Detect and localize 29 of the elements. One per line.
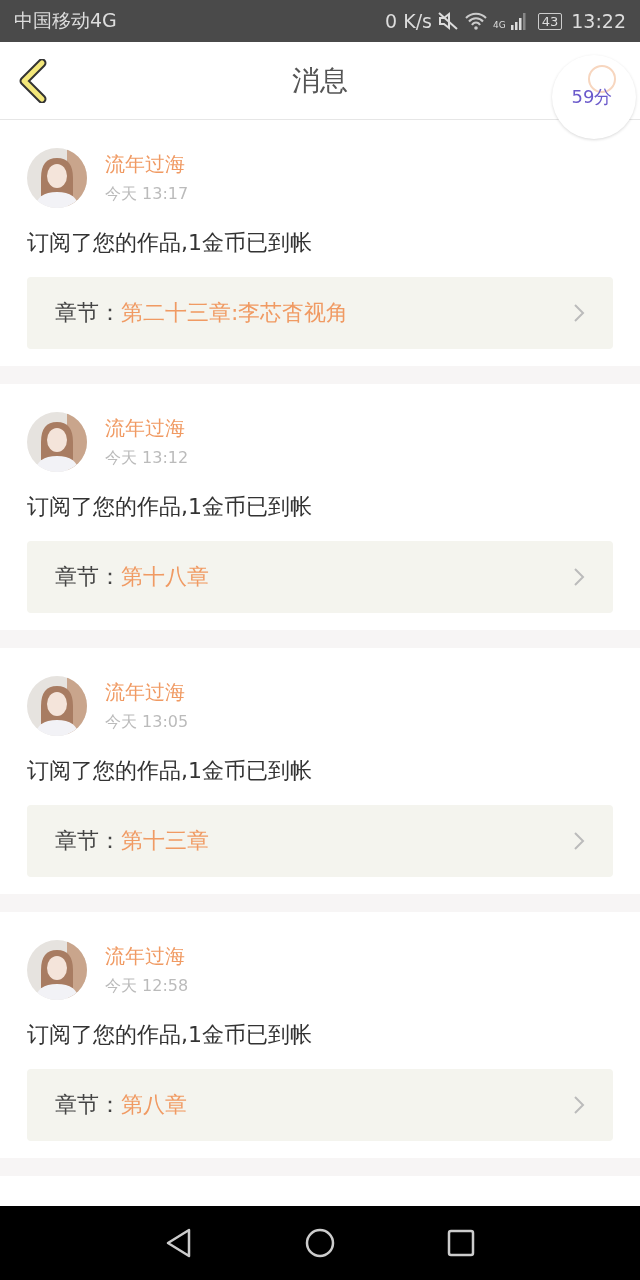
message-text: 订阅了您的作品,1金币已到帐 bbox=[27, 229, 313, 257]
recent-apps-icon[interactable] bbox=[447, 1229, 475, 1257]
wifi-icon bbox=[464, 12, 488, 30]
chevron-icon bbox=[573, 831, 585, 851]
message-time: 今天 13:17 bbox=[105, 184, 189, 205]
signal-icon bbox=[510, 12, 527, 30]
page-title: 消息 bbox=[292, 62, 348, 99]
message-time: 今天 12:58 bbox=[105, 976, 189, 997]
message-text: 订阅了您的作品,1金币已到帐 bbox=[27, 1021, 313, 1049]
clock: 13:22 bbox=[571, 10, 626, 32]
message-time: 今天 13:12 bbox=[105, 448, 189, 469]
carrier-name: 中国移动4G bbox=[14, 8, 117, 33]
battery-level: 43 bbox=[537, 12, 563, 30]
network-type: 4G bbox=[493, 20, 506, 30]
message-text: 订阅了您的作品,1金币已到帐 bbox=[27, 757, 313, 785]
chevron-icon bbox=[573, 303, 585, 323]
chapter-link[interactable]: 章节：第十八章 bbox=[27, 541, 613, 613]
message-text: 订阅了您的作品,1金币已到帐 bbox=[27, 493, 313, 521]
message-time: 今天 13:05 bbox=[105, 712, 189, 733]
chevron-icon bbox=[573, 1095, 585, 1115]
home-icon[interactable] bbox=[305, 1228, 335, 1258]
chevron-icon bbox=[573, 567, 585, 587]
back-icon[interactable] bbox=[165, 1228, 193, 1258]
chapter-link[interactable]: 章节：第十三章 bbox=[27, 805, 613, 877]
mute-icon bbox=[437, 11, 459, 31]
chapter-link[interactable]: 章节：第八章 bbox=[27, 1069, 613, 1141]
chapter-link[interactable]: 章节：第二十三章:李芯杳视角 bbox=[27, 277, 613, 349]
network-speed: 0 K/s bbox=[385, 10, 432, 32]
back-icon[interactable] bbox=[18, 59, 48, 103]
